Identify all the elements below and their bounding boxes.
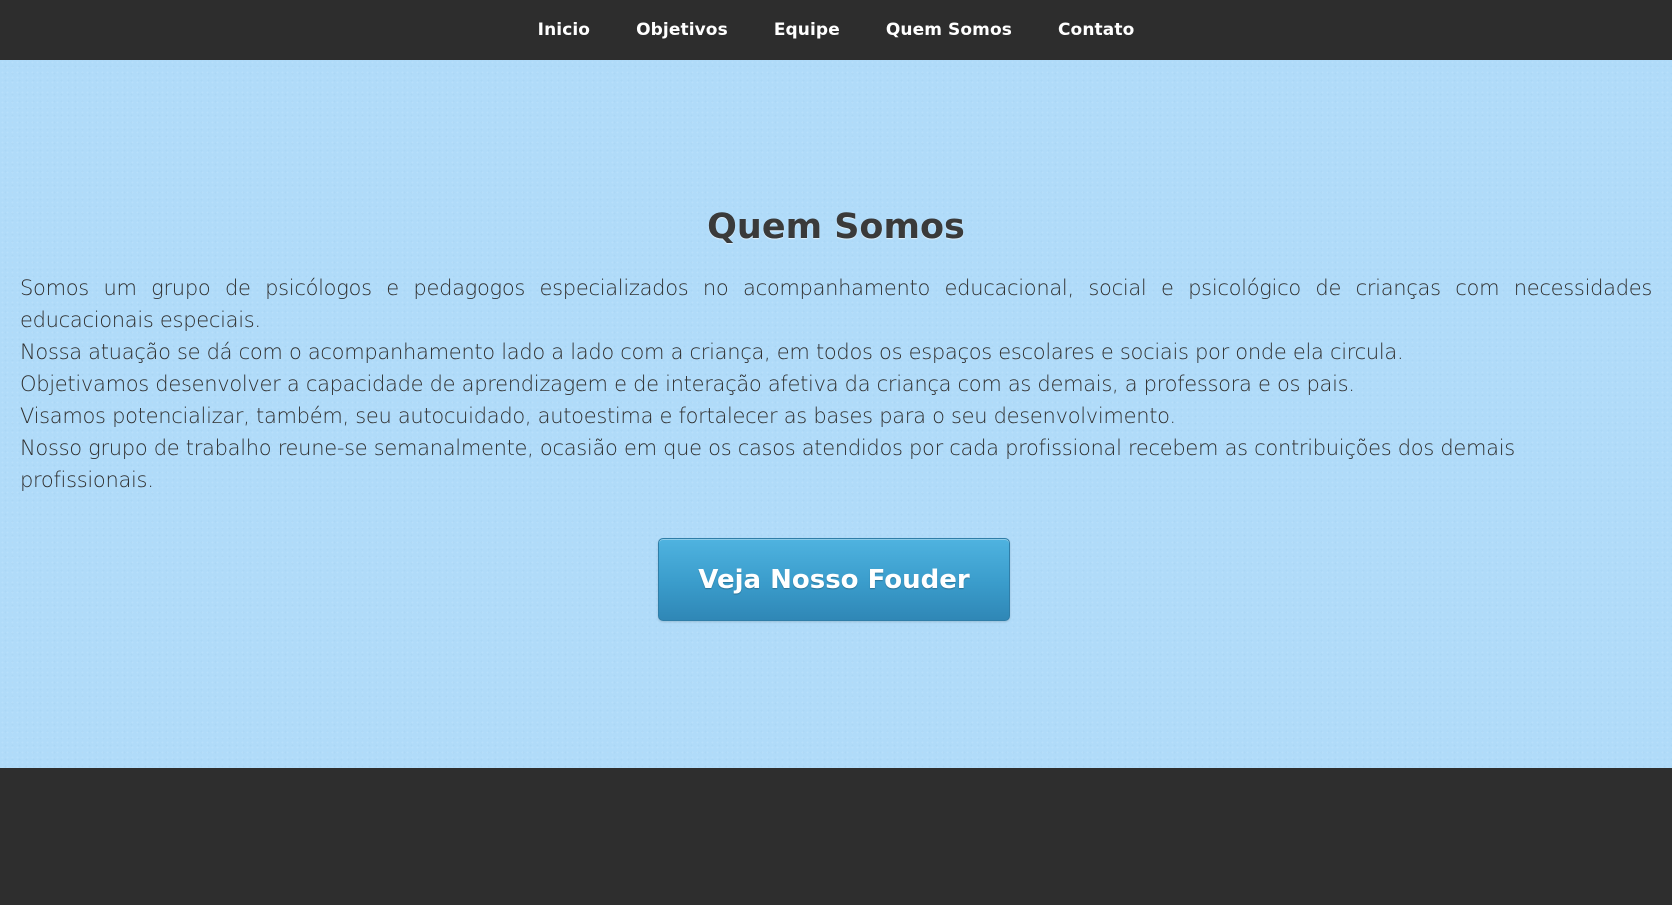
- founder-button[interactable]: Veja Nosso Fouder: [658, 538, 1010, 621]
- nav-link-objetivos[interactable]: Objetivos: [613, 0, 751, 60]
- nav-link-contato[interactable]: Contato: [1035, 0, 1157, 60]
- about-paragraph-1: Somos um grupo de psicólogos e pedagogos…: [20, 276, 1652, 332]
- top-navigation: Inicio Objetivos Equipe Quem Somos Conta…: [0, 0, 1672, 60]
- nav-menu: Inicio Objetivos Equipe Quem Somos Conta…: [515, 0, 1158, 60]
- about-paragraph-4: Visamos potencializar, também, seu autoc…: [20, 404, 1176, 428]
- about-paragraph-5: Nosso grupo de trabalho reune-se semanal…: [20, 436, 1515, 492]
- about-section: Quem Somos Somos um grupo de psicólogos …: [0, 60, 1672, 768]
- footer: [0, 768, 1672, 905]
- about-text: Somos um grupo de psicólogos e pedagogos…: [20, 272, 1652, 496]
- nav-item-contato: Contato: [1035, 0, 1157, 60]
- section-title: Quem Somos: [707, 207, 965, 247]
- nav-link-inicio[interactable]: Inicio: [515, 0, 613, 60]
- nav-item-equipe: Equipe: [751, 0, 863, 60]
- nav-item-inicio: Inicio: [515, 0, 613, 60]
- page: Inicio Objetivos Equipe Quem Somos Conta…: [0, 0, 1672, 905]
- nav-item-quem-somos: Quem Somos: [863, 0, 1035, 60]
- page-edge: [1672, 0, 1680, 905]
- nav-link-quem-somos[interactable]: Quem Somos: [863, 0, 1035, 60]
- nav-item-objetivos: Objetivos: [613, 0, 751, 60]
- about-paragraph-2: Nossa atuação se dá com o acompanhamento…: [20, 340, 1404, 364]
- about-paragraph-3: Objetivamos desenvolver a capacidade de …: [20, 372, 1355, 396]
- nav-link-equipe[interactable]: Equipe: [751, 0, 863, 60]
